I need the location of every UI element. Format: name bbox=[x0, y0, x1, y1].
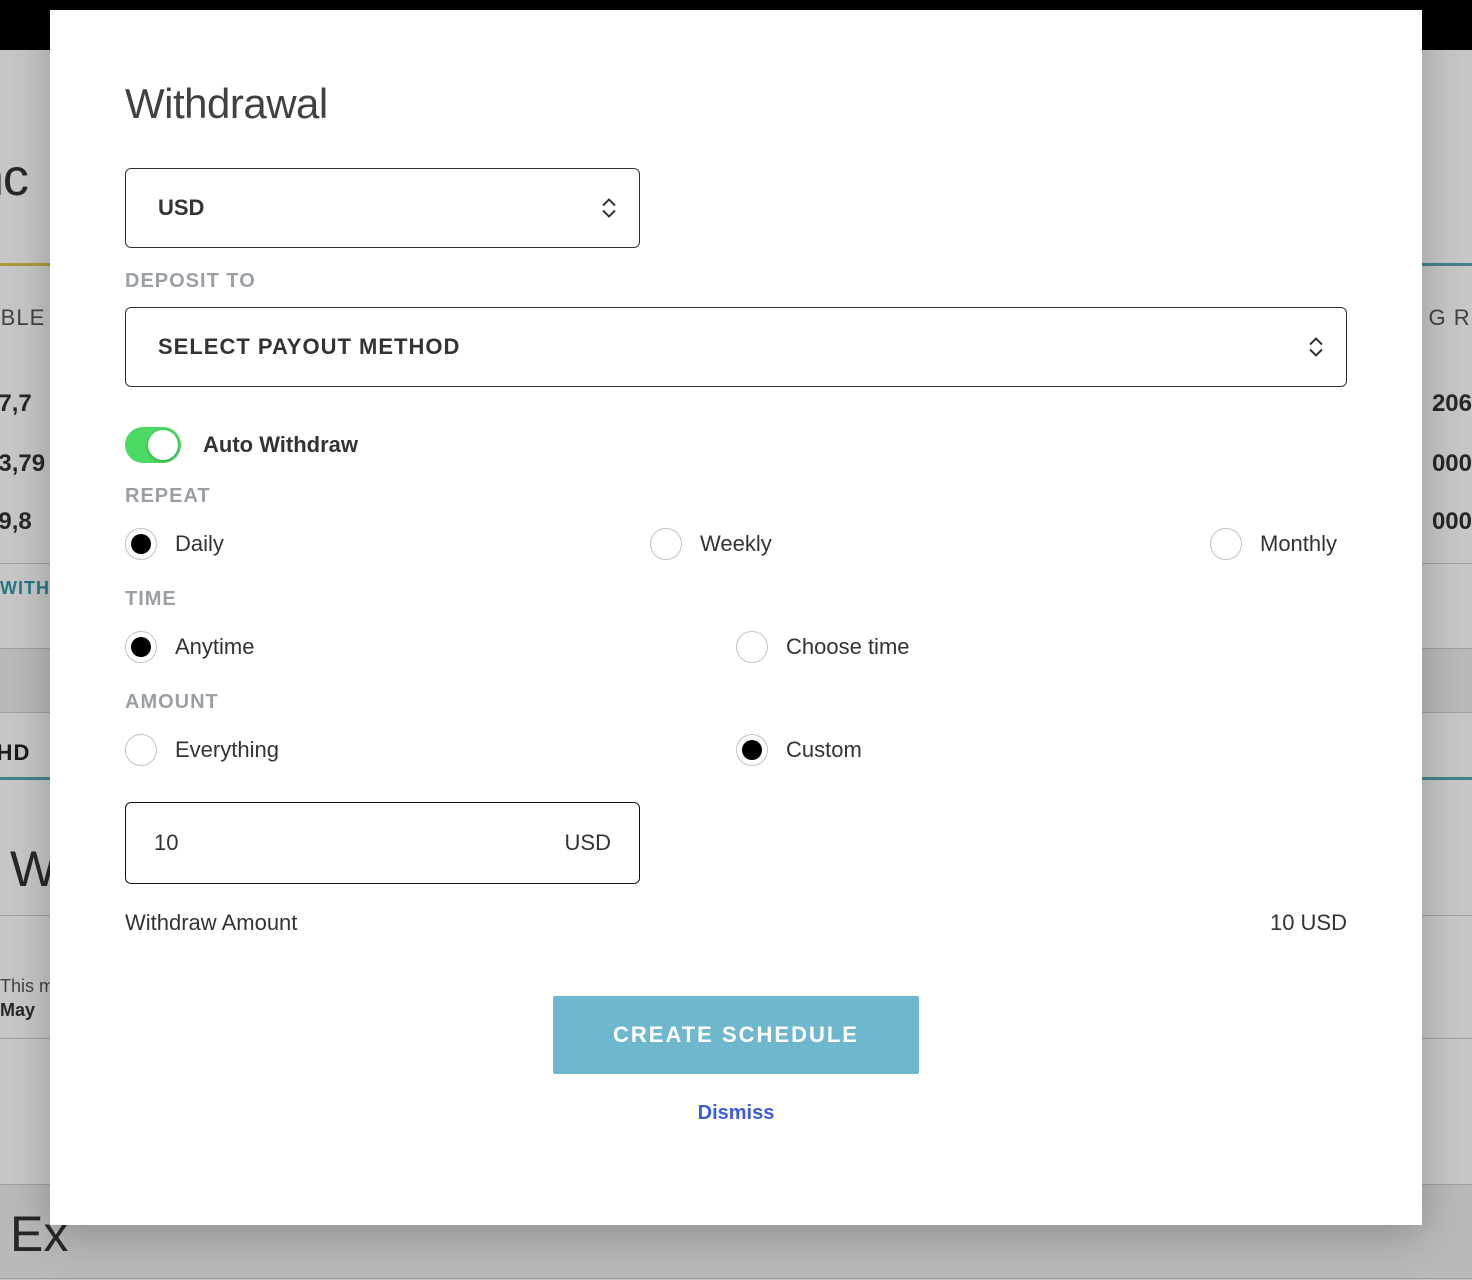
payout-method-placeholder: SELECT PAYOUT METHOD bbox=[158, 334, 460, 360]
radio-icon bbox=[125, 528, 157, 560]
modal-actions: CREATE SCHEDULE Dismiss bbox=[125, 996, 1347, 1125]
time-label: TIME bbox=[125, 588, 1347, 611]
radio-icon bbox=[1210, 528, 1242, 560]
repeat-weekly-label: Weekly bbox=[700, 531, 772, 557]
time-anytime[interactable]: Anytime bbox=[125, 625, 736, 669]
chevron-updown-icon bbox=[601, 198, 617, 219]
amount-everything[interactable]: Everything bbox=[125, 728, 736, 772]
deposit-to-label: DEPOSIT TO bbox=[125, 270, 1347, 293]
auto-withdraw-row: Auto Withdraw bbox=[125, 427, 1347, 463]
repeat-monthly-label: Monthly bbox=[1260, 531, 1337, 557]
amount-suffix: USD bbox=[565, 830, 611, 856]
radio-icon bbox=[125, 734, 157, 766]
time-anytime-label: Anytime bbox=[175, 634, 254, 660]
amount-field[interactable] bbox=[154, 830, 553, 856]
time-choose-label: Choose time bbox=[786, 634, 910, 660]
amount-custom[interactable]: Custom bbox=[736, 728, 1347, 772]
radio-icon bbox=[650, 528, 682, 560]
payout-method-select[interactable]: SELECT PAYOUT METHOD bbox=[125, 307, 1347, 387]
repeat-daily-label: Daily bbox=[175, 531, 224, 557]
dismiss-button[interactable]: Dismiss bbox=[698, 1102, 775, 1125]
amount-custom-label: Custom bbox=[786, 737, 862, 763]
repeat-monthly[interactable]: Monthly bbox=[1210, 522, 1337, 566]
amount-everything-label: Everything bbox=[175, 737, 279, 763]
withdraw-summary: Withdraw Amount 10 USD bbox=[125, 910, 1347, 936]
modal-title: Withdrawal bbox=[125, 80, 1347, 128]
time-options: Anytime Choose time bbox=[125, 625, 1347, 669]
amount-input-wrap: USD bbox=[125, 802, 640, 884]
repeat-options: Daily Weekly Monthly bbox=[125, 522, 1347, 566]
chevron-updown-icon bbox=[1308, 337, 1324, 358]
amount-label: AMOUNT bbox=[125, 691, 1347, 714]
create-schedule-button[interactable]: CREATE SCHEDULE bbox=[553, 996, 919, 1074]
repeat-weekly[interactable]: Weekly bbox=[650, 522, 1210, 566]
withdrawal-modal: Withdrawal USD DEPOSIT TO SELECT PAYOUT … bbox=[50, 10, 1422, 1225]
repeat-label: REPEAT bbox=[125, 485, 1347, 508]
summary-value: 10 USD bbox=[1270, 910, 1347, 936]
time-choose[interactable]: Choose time bbox=[736, 625, 1347, 669]
currency-select[interactable]: USD bbox=[125, 168, 640, 248]
auto-withdraw-toggle[interactable] bbox=[125, 427, 181, 463]
radio-icon bbox=[736, 734, 768, 766]
summary-label: Withdraw Amount bbox=[125, 910, 297, 936]
currency-value: USD bbox=[158, 195, 204, 221]
radio-icon bbox=[736, 631, 768, 663]
toggle-knob bbox=[148, 430, 178, 460]
amount-options: Everything Custom bbox=[125, 728, 1347, 772]
repeat-daily[interactable]: Daily bbox=[125, 522, 650, 566]
auto-withdraw-label: Auto Withdraw bbox=[203, 432, 358, 458]
radio-icon bbox=[125, 631, 157, 663]
